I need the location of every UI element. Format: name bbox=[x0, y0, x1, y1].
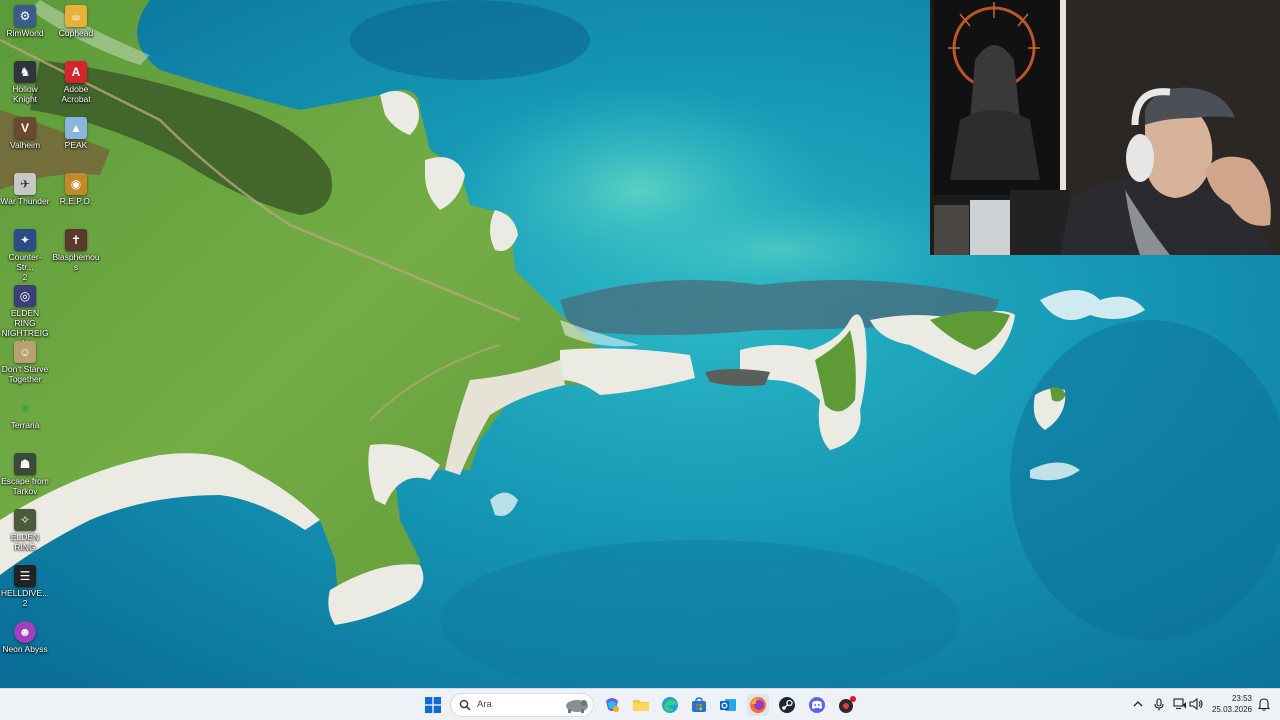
steam-button[interactable] bbox=[776, 694, 798, 716]
desktop-icon-peak[interactable]: ▲ PEAK bbox=[51, 114, 101, 150]
volume-icon bbox=[1189, 698, 1203, 710]
taskbar-clock[interactable]: 23:53 25.03.2026 bbox=[1206, 693, 1252, 715]
neon-abyss-icon: ☻ bbox=[14, 621, 36, 643]
dont-starve-together-icon: ☺ bbox=[14, 341, 36, 363]
cuphead-icon: ☕ bbox=[65, 5, 87, 27]
desktop-icon-blasphemous[interactable]: ✝ Blasphemous bbox=[51, 226, 101, 272]
file-explorer-button[interactable] bbox=[630, 694, 652, 716]
desktop-icon-label: Valheim bbox=[9, 140, 41, 150]
desktop-icon-neon-abyss[interactable]: ☻ Neon Abyss bbox=[0, 618, 50, 654]
war-thunder-icon: ✈ bbox=[14, 173, 36, 195]
copilot-icon bbox=[606, 698, 619, 712]
recorder-button[interactable] bbox=[836, 694, 858, 716]
elden-ring-nightreign-icon: ◎ bbox=[14, 285, 36, 307]
blasphemous-icon: ✝ bbox=[65, 229, 87, 251]
terraria-icon bbox=[14, 397, 36, 419]
desktop-icon-label: Don't Starve Together bbox=[1, 364, 49, 384]
desktop-icon-adobe-acrobat[interactable]: A Adobe Acrobat bbox=[51, 58, 101, 104]
desktop-icon-label: Neon Abyss bbox=[2, 644, 48, 654]
copilot-button[interactable] bbox=[601, 694, 623, 716]
desktop-icon-label: War Thunder bbox=[0, 196, 50, 206]
helldivers-2-icon: ☰ bbox=[14, 565, 36, 587]
desktop-icon-label: Adobe Acrobat bbox=[61, 84, 91, 104]
desktop-icon-label: HELLDIVE... 2 bbox=[0, 588, 50, 608]
peak-icon: ▲ bbox=[65, 117, 87, 139]
escape-from-tarkov-icon: ☗ bbox=[14, 453, 36, 475]
desktop-icon-repo[interactable]: ◉ R.E.P.O. bbox=[51, 170, 101, 206]
outlook-icon bbox=[720, 699, 736, 711]
desktop-icon-label: PEAK bbox=[64, 140, 88, 150]
desktop-icon-terraria[interactable]: Terraria bbox=[0, 394, 50, 430]
edge-button[interactable] bbox=[659, 694, 681, 716]
start-button[interactable] bbox=[422, 694, 444, 716]
show-hidden-icons-button[interactable] bbox=[1131, 697, 1145, 711]
taskbar: Ara 23:53 25.03.2026 bbox=[0, 688, 1280, 720]
desktop-icon-hollow-knight[interactable]: ♞ Hollow Knight bbox=[0, 58, 50, 104]
folder-icon bbox=[633, 700, 649, 711]
desktop-icon-label: Escape from Tarkov bbox=[1, 476, 49, 496]
network-icon bbox=[1173, 698, 1186, 710]
notification-bell-icon bbox=[1258, 697, 1270, 711]
clock-date: 25.03.2026 bbox=[1211, 705, 1252, 714]
desktop-icon-war-thunder[interactable]: ✈ War Thunder bbox=[0, 170, 50, 206]
desktop-icon-escape-from-tarkov[interactable]: ☗ Escape from Tarkov bbox=[0, 450, 50, 496]
elden-ring-icon: ✧ bbox=[14, 509, 36, 531]
hollow-knight-icon: ♞ bbox=[14, 61, 36, 83]
desktop-icon-valheim[interactable]: V Valheim bbox=[0, 114, 50, 150]
desktop-icon-counter-strike-2[interactable]: ✦ Counter-Str... 2 bbox=[0, 226, 50, 282]
chevron-up-icon bbox=[1133, 701, 1143, 707]
desktop-icon-label: Blasphemous bbox=[52, 252, 100, 272]
discord-icon bbox=[809, 697, 825, 713]
microphone-tray-button[interactable] bbox=[1152, 697, 1166, 711]
recorder-icon bbox=[839, 696, 856, 713]
store-icon bbox=[692, 697, 706, 712]
steam-icon bbox=[779, 697, 795, 713]
edge-icon bbox=[662, 697, 678, 713]
desktop-icon-label: RimWorld bbox=[6, 28, 44, 38]
microphone-icon bbox=[1154, 697, 1164, 710]
desktop-icon-label: Terraria bbox=[10, 420, 40, 430]
discord-button[interactable] bbox=[806, 694, 828, 716]
desktop-icon-label: Cuphead bbox=[58, 28, 94, 38]
notification-center-button[interactable] bbox=[1257, 697, 1271, 711]
adobe-acrobat-icon: A bbox=[65, 61, 87, 83]
repo-icon: ◉ bbox=[65, 173, 87, 195]
windows-icon bbox=[425, 697, 441, 713]
network-tray-button[interactable] bbox=[1173, 697, 1187, 711]
desktop-icon-label: Hollow Knight bbox=[12, 84, 38, 104]
firefox-icon bbox=[750, 697, 766, 713]
webcam-overlay bbox=[930, 0, 1280, 255]
valheim-icon: V bbox=[14, 117, 36, 139]
clock-time: 23:53 bbox=[1231, 694, 1252, 703]
desktop-icon-dont-starve-together[interactable]: ☺ Don't Starve Together bbox=[0, 338, 50, 384]
desktop-icon-helldivers-2[interactable]: ☰ HELLDIVE... 2 bbox=[0, 562, 50, 608]
search-placeholder: Ara bbox=[477, 699, 492, 710]
desktop-icon-label: Counter-Str... 2 bbox=[8, 252, 42, 282]
desktop-icon-rimworld[interactable]: ⚙ RimWorld bbox=[0, 2, 50, 38]
counter-strike-2-icon: ✦ bbox=[14, 229, 36, 251]
volume-tray-button[interactable] bbox=[1189, 697, 1203, 711]
desktop-icon-cuphead[interactable]: ☕ Cuphead bbox=[51, 2, 101, 38]
desktop-icon-elden-ring[interactable]: ✧ ELDEN RING bbox=[0, 506, 50, 552]
store-button[interactable] bbox=[688, 694, 710, 716]
desktop-icon-grid: ⚙ RimWorld ☕ Cuphead ♞ Hollow Knight A A… bbox=[0, 0, 102, 688]
webcam-video-image bbox=[930, 0, 1280, 255]
search-icon bbox=[459, 699, 471, 711]
rimworld-icon: ⚙ bbox=[14, 5, 36, 27]
taskbar-search-box[interactable]: Ara bbox=[450, 693, 594, 717]
desktop-icon-label: R.E.P.O. bbox=[59, 196, 93, 206]
outlook-button[interactable] bbox=[717, 694, 739, 716]
desktop-icon-label: ELDEN RING bbox=[10, 532, 40, 552]
search-highlight-icon bbox=[566, 700, 588, 713]
firefox-button[interactable] bbox=[747, 694, 769, 716]
